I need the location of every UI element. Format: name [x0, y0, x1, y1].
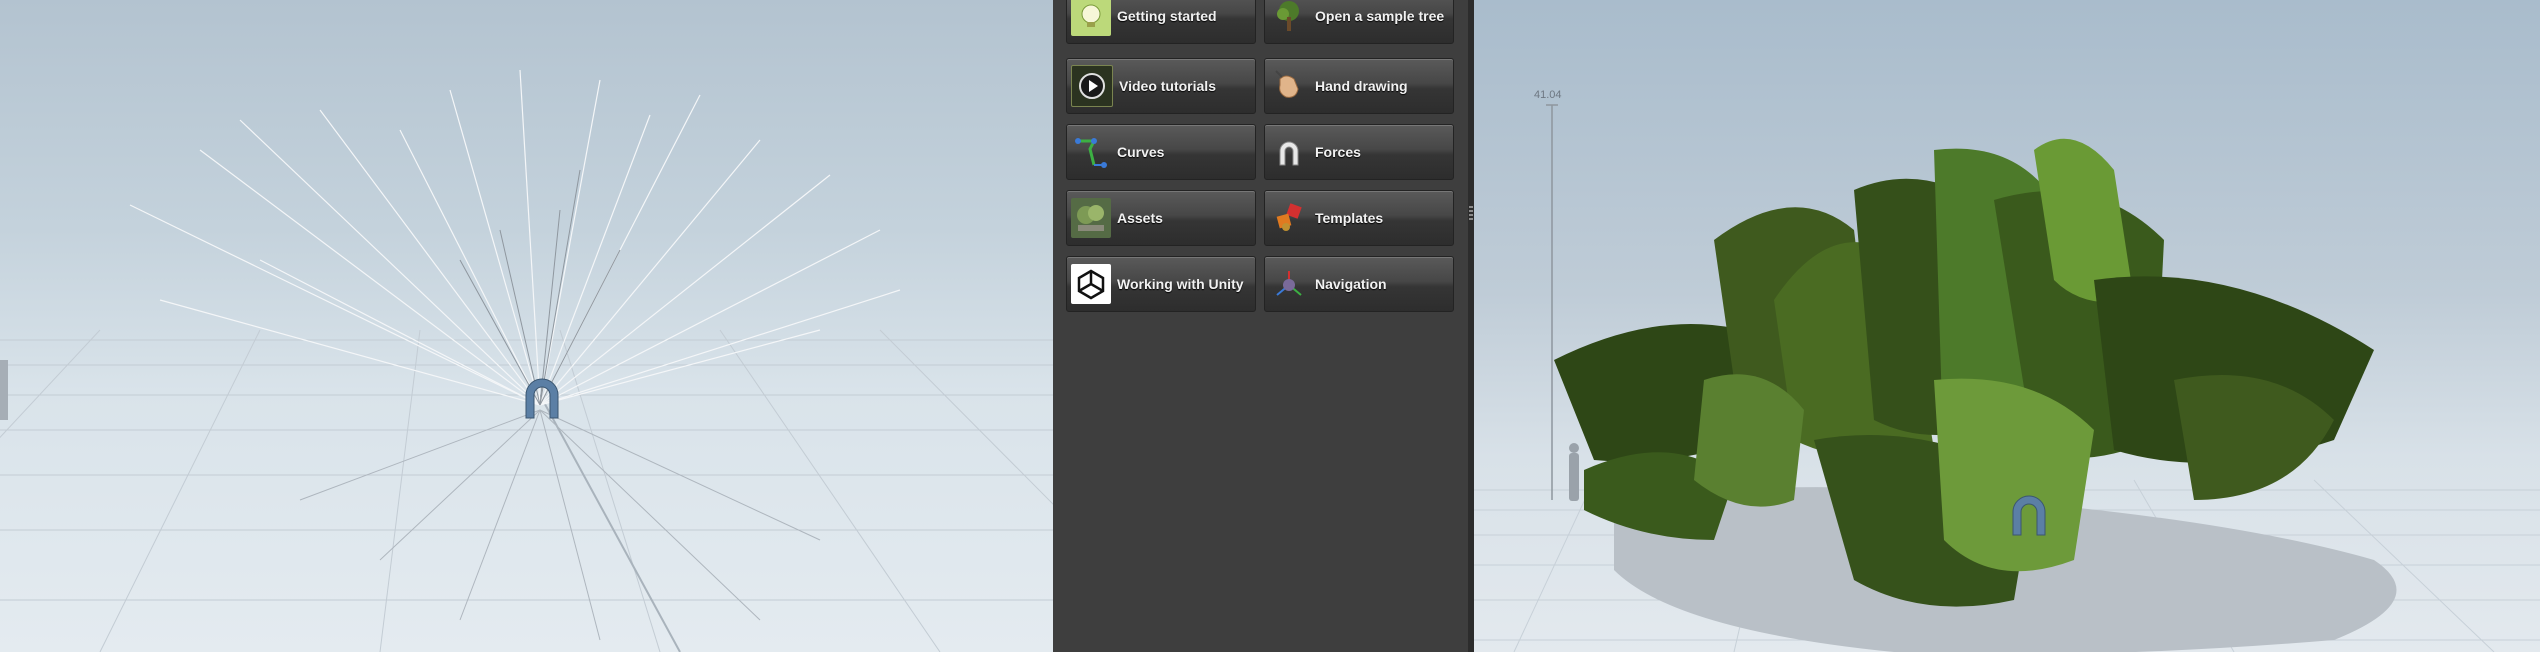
left-viewport[interactable]	[0, 0, 1053, 652]
assets-label: Assets	[1117, 210, 1163, 226]
scale-figure	[0, 360, 8, 420]
video-tutorials-button[interactable]: Video tutorials	[1066, 58, 1256, 114]
navigation-label: Navigation	[1315, 276, 1387, 292]
splitter-grip[interactable]	[1469, 206, 1473, 222]
templates-icon	[1269, 198, 1309, 238]
templates-label: Templates	[1315, 210, 1384, 226]
assets-button[interactable]: Assets	[1066, 190, 1256, 246]
hand-icon	[1269, 66, 1309, 106]
right-viewport[interactable]	[1474, 0, 2540, 652]
right-viewport-canvas	[1474, 104, 2540, 652]
video-tutorials-label: Video tutorials	[1119, 78, 1216, 94]
magnet-icon	[1269, 132, 1309, 172]
getting-started-button[interactable]: Getting started	[1066, 0, 1256, 44]
curve-icon	[1071, 132, 1111, 172]
wireframe-tree	[129, 69, 901, 406]
unity-icon	[1071, 264, 1111, 304]
hand-drawing-label: Hand drawing	[1315, 78, 1408, 94]
tree-shadow	[299, 409, 821, 641]
open-sample-tree-button[interactable]: Open a sample tree	[1264, 0, 1454, 44]
lightbulb-icon	[1071, 0, 1111, 36]
scale-figure-right	[1569, 443, 1579, 501]
tree-trunk	[459, 169, 621, 406]
forces-label: Forces	[1315, 144, 1361, 160]
getting-started-label: Getting started	[1117, 8, 1217, 24]
working-with-unity-button[interactable]: Working with Unity	[1066, 256, 1256, 312]
left-viewport-canvas	[0, 69, 1053, 652]
height-marker-label: 41.04	[1534, 89, 1562, 101]
assets-icon	[1071, 198, 1111, 238]
navigation-icon	[1269, 264, 1309, 304]
hand-drawing-button[interactable]: Hand drawing	[1264, 58, 1454, 114]
open-sample-tree-label: Open a sample tree	[1315, 8, 1445, 24]
templates-button[interactable]: Templates	[1264, 190, 1454, 246]
forces-button[interactable]: Forces	[1264, 124, 1454, 180]
navigation-button[interactable]: Navigation	[1264, 256, 1454, 312]
curves-label: Curves	[1117, 144, 1165, 160]
working-with-unity-label: Working with Unity	[1117, 276, 1244, 292]
play-icon	[1071, 65, 1113, 107]
tree-icon	[1269, 0, 1309, 36]
curves-button[interactable]: Curves	[1066, 124, 1256, 180]
